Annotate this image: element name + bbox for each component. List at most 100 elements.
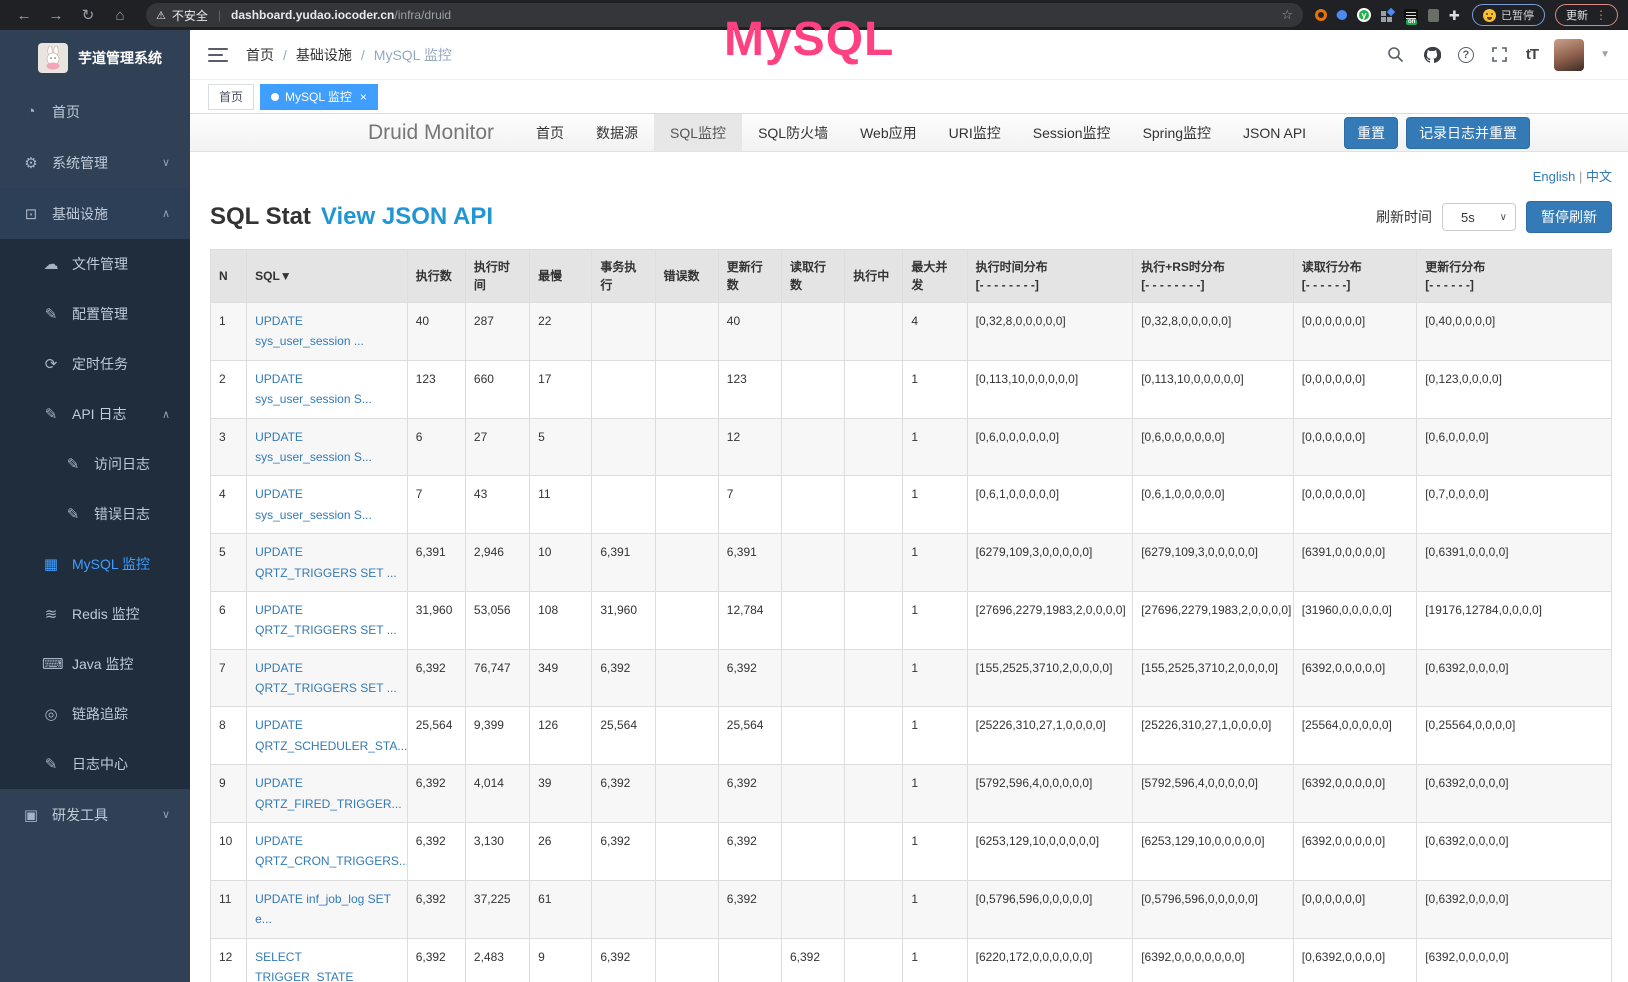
- sql-link[interactable]: UPDATE sys_user_session S...: [255, 487, 372, 521]
- security-label[interactable]: 不安全: [172, 7, 208, 24]
- sidebar-item-5[interactable]: ⟳定时任务: [0, 339, 190, 389]
- cell-rdist: [0,0,0,0,0,0]: [1293, 880, 1416, 938]
- extensions-puzzle-icon[interactable]: ✚: [1449, 9, 1462, 22]
- help-icon[interactable]: ?: [1458, 47, 1474, 63]
- view-json-api-link[interactable]: View JSON API: [321, 203, 493, 231]
- column-header-9[interactable]: 执行中: [845, 250, 903, 303]
- sql-link[interactable]: UPDATE QRTZ_SCHEDULER_STA...: [255, 718, 407, 752]
- cell-exec: 25,564: [407, 707, 465, 765]
- tab-close-icon[interactable]: ×: [360, 90, 367, 104]
- home-icon[interactable]: ⌂: [106, 3, 134, 27]
- sidebar-item-0[interactable]: ◔首页: [0, 86, 190, 137]
- column-header-1[interactable]: SQL▼: [247, 250, 408, 303]
- sidebar-item-7[interactable]: ✎访问日志: [0, 439, 190, 489]
- lang-english-link[interactable]: English: [1533, 169, 1576, 184]
- lang-chinese-link[interactable]: 中文: [1586, 169, 1612, 184]
- sidebar-item-13[interactable]: ✎日志中心: [0, 739, 190, 789]
- column-header-8[interactable]: 读取行数: [781, 250, 844, 303]
- sidebar-toggle-icon[interactable]: [208, 48, 228, 62]
- column-header-12[interactable]: 执行+RS时分布[- - - - - - - -]: [1133, 250, 1294, 303]
- druid-nav-item-4[interactable]: Web应用: [844, 114, 933, 151]
- druid-nav-item-8[interactable]: JSON API: [1227, 114, 1322, 151]
- sidebar-item-10[interactable]: ≋Redis 监控: [0, 589, 190, 639]
- column-header-11[interactable]: 执行时间分布[- - - - - - - -]: [967, 250, 1133, 303]
- cell-tdist: [155,2525,3710,2,0,0,0,0]: [967, 649, 1133, 707]
- sidebar-item-9[interactable]: ▦MySQL 监控: [0, 539, 190, 589]
- tab-0[interactable]: 首页: [208, 84, 254, 110]
- cell-rsdist: [5792,596,4,0,0,0,0,0]: [1133, 765, 1294, 823]
- column-header-10[interactable]: 最大并发: [903, 250, 967, 303]
- font-size-icon[interactable]: tT: [1526, 46, 1538, 63]
- druid-nav-item-5[interactable]: URI监控: [933, 114, 1017, 151]
- reload-icon[interactable]: ↻: [74, 3, 102, 27]
- github-icon[interactable]: [1422, 45, 1442, 65]
- sql-link[interactable]: UPDATE QRTZ_TRIGGERS SET ...: [255, 661, 397, 695]
- extension-list-icon[interactable]: on: [1404, 9, 1418, 21]
- sidebar-item-14[interactable]: ▣研发工具∨: [0, 789, 190, 840]
- druid-nav-item-6[interactable]: Session监控: [1017, 114, 1127, 151]
- sidebar-item-3[interactable]: ☁文件管理: [0, 239, 190, 289]
- sidebar-item-2[interactable]: ⊡基础设施∧: [0, 188, 190, 239]
- column-header-0[interactable]: N: [211, 250, 247, 303]
- druid-nav-item-0[interactable]: 首页: [520, 114, 580, 151]
- pause-refresh-button[interactable]: 暂停刷新: [1526, 201, 1612, 233]
- column-header-7[interactable]: 更新行数: [718, 250, 781, 303]
- sidebar-item-11[interactable]: ⌨Java 监控: [0, 639, 190, 689]
- sidebar-item-1[interactable]: ⚙系统管理∨: [0, 137, 190, 188]
- browser-menu-icon[interactable]: ⋮: [1595, 8, 1607, 22]
- extension-green-icon[interactable]: y: [1357, 8, 1371, 22]
- sidebar-item-12[interactable]: ◎链路追踪: [0, 689, 190, 739]
- sidebar-item-4[interactable]: ✎配置管理: [0, 289, 190, 339]
- refresh-interval-select[interactable]: 5s ∨: [1442, 203, 1516, 231]
- bookmark-star-icon[interactable]: ☆: [1281, 7, 1293, 23]
- column-header-4[interactable]: 最慢: [530, 250, 592, 303]
- sql-link[interactable]: UPDATE sys_user_session S...: [255, 430, 372, 464]
- back-icon[interactable]: ←: [10, 3, 38, 27]
- cell-err: [655, 707, 718, 765]
- user-menu-caret-icon[interactable]: ▼: [1600, 49, 1610, 60]
- extension-ring-icon[interactable]: [1315, 9, 1327, 21]
- cell-rsdist: [6279,109,3,0,0,0,0,0]: [1133, 534, 1294, 592]
- sidebar-item-label: 基础设施: [52, 204, 108, 224]
- search-icon[interactable]: [1386, 45, 1406, 65]
- fullscreen-icon[interactable]: [1490, 45, 1510, 65]
- sql-link[interactable]: UPDATE QRTZ_TRIGGERS SET ...: [255, 603, 397, 637]
- sidebar-item-6[interactable]: ✎API 日志∧: [0, 389, 190, 439]
- user-avatar[interactable]: [1554, 39, 1584, 71]
- cell-err: [655, 649, 718, 707]
- sql-link[interactable]: UPDATE inf_job_log SET e...: [255, 892, 391, 926]
- update-chip[interactable]: 更新⋮: [1555, 4, 1618, 26]
- column-header-14[interactable]: 更新行分布[- - - - - -]: [1417, 250, 1612, 303]
- forward-icon[interactable]: →: [42, 3, 70, 27]
- druid-nav-item-7[interactable]: Spring监控: [1127, 114, 1227, 151]
- sidebar-logo[interactable]: 芋道管理系统: [0, 30, 190, 86]
- reset-button[interactable]: 重置: [1344, 117, 1398, 149]
- cell-time: 2,946: [465, 534, 529, 592]
- column-header-6[interactable]: 错误数: [655, 250, 718, 303]
- extension-misc-icon[interactable]: [1428, 9, 1439, 22]
- column-header-5[interactable]: 事务执行: [592, 250, 655, 303]
- column-header-2[interactable]: 执行数: [407, 250, 465, 303]
- tab-1[interactable]: MySQL 监控×: [260, 84, 378, 110]
- log-and-reset-button[interactable]: 记录日志并重置: [1406, 117, 1530, 149]
- druid-nav-item-3[interactable]: SQL防火墙: [742, 114, 844, 151]
- sidebar-item-8[interactable]: ✎错误日志: [0, 489, 190, 539]
- cell-rsdist: [0,5796,596,0,0,0,0,0]: [1133, 880, 1294, 938]
- column-header-3[interactable]: 执行时间: [465, 250, 529, 303]
- sql-link[interactable]: SELECT TRIGGER_STATE: [255, 950, 353, 982]
- sql-link[interactable]: UPDATE sys_user_session ...: [255, 314, 364, 348]
- extension-drop-icon[interactable]: [1335, 8, 1349, 22]
- breadcrumb-home[interactable]: 首页: [246, 45, 274, 65]
- sql-link[interactable]: UPDATE sys_user_session S...: [255, 372, 372, 406]
- sql-link[interactable]: UPDATE QRTZ_FIRED_TRIGGER...: [255, 776, 401, 810]
- infrastructure-icon: ⊡: [22, 205, 40, 223]
- breadcrumb-infra[interactable]: 基础设施: [296, 45, 352, 65]
- druid-nav-item-2[interactable]: SQL监控: [654, 114, 742, 151]
- sql-link[interactable]: UPDATE QRTZ_TRIGGERS SET ...: [255, 545, 397, 579]
- sql-link[interactable]: UPDATE QRTZ_CRON_TRIGGERS...: [255, 834, 407, 868]
- column-header-13[interactable]: 读取行分布[- - - - - -]: [1293, 250, 1416, 303]
- file-upload-icon: ☁: [42, 255, 60, 273]
- extension-grid-icon[interactable]: [1381, 9, 1394, 22]
- druid-nav-item-1[interactable]: 数据源: [580, 114, 654, 151]
- paused-chip[interactable]: 已暂停: [1472, 4, 1545, 26]
